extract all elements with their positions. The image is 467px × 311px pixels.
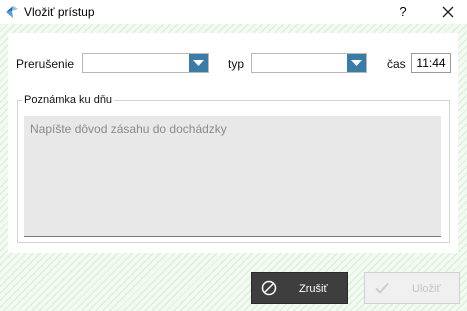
cancel-button[interactable]: Zrušiť: [251, 272, 348, 304]
note-group-title: Poznámka ku dňu: [22, 94, 115, 106]
close-icon: [442, 6, 454, 18]
time-label: čas: [387, 57, 406, 71]
help-button[interactable]: ?: [393, 2, 413, 22]
cancel-circle-icon: [261, 280, 277, 296]
title-bar: Vložiť prístup ?: [0, 0, 467, 24]
type-combobox[interactable]: [251, 53, 367, 73]
app-logo-icon: [4, 4, 20, 20]
window-title: Vložiť prístup: [24, 5, 95, 19]
interruption-label: Prerušenie: [16, 57, 75, 71]
type-label: typ: [228, 57, 245, 71]
note-placeholder: Napíšte dôvod zásahu do dochádzky: [30, 122, 227, 136]
time-input[interactable]: 11:44: [411, 53, 451, 73]
chevron-down-icon[interactable]: [189, 54, 208, 72]
interruption-combobox[interactable]: [82, 53, 209, 73]
note-textarea[interactable]: Napíšte dôvod zásahu do dochádzky: [24, 116, 441, 237]
close-button[interactable]: [437, 2, 459, 22]
save-button-label: Uložiť: [412, 283, 441, 295]
chevron-down-icon[interactable]: [347, 54, 366, 72]
cancel-button-label: Zrušiť: [299, 283, 328, 295]
checkmark-icon: [374, 280, 390, 296]
save-button[interactable]: Uložiť: [364, 272, 460, 304]
